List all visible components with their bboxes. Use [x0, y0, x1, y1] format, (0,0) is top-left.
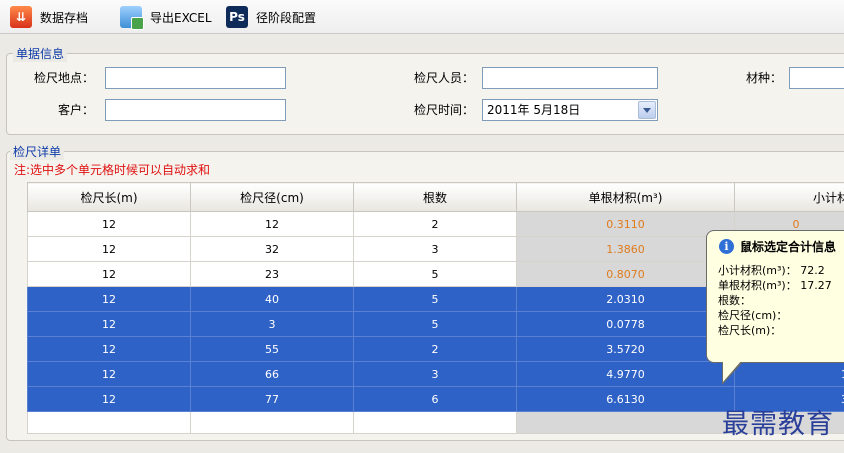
cell-diameter[interactable]: 12: [190, 211, 354, 237]
col-header-unit-volume[interactable]: 单根材积(m³): [516, 182, 735, 212]
cell-length[interactable]: 12: [27, 361, 191, 387]
location-input[interactable]: [105, 67, 286, 89]
cell-length[interactable]: 12: [27, 211, 191, 237]
inspector-label: 检尺人员：: [413, 71, 474, 85]
tooltip-line-unit-volume: 单根材积(m³)： 17.27: [718, 279, 832, 292]
cell-diameter[interactable]: 23: [190, 261, 354, 287]
col-header-subtotal[interactable]: 小计材: [734, 182, 844, 212]
excel-export-icon: [120, 6, 144, 30]
customer-input[interactable]: [105, 99, 286, 121]
location-label: 检尺地点：: [33, 71, 94, 85]
tooltip-header: i 鼠标选定合计信息: [719, 238, 836, 255]
diameter-config-label: 径阶段配置: [256, 10, 317, 25]
cell-length[interactable]: 12: [27, 336, 191, 362]
cell-unit-volume[interactable]: 6.6130: [516, 386, 735, 412]
ps-icon: Ps: [226, 6, 248, 28]
export-excel-button[interactable]: 导出EXCEL: [120, 0, 212, 34]
save-data-label: 数据存档: [40, 10, 89, 25]
col-header-diameter[interactable]: 检尺径(cm): [190, 182, 354, 212]
cell-count[interactable]: [353, 411, 517, 434]
species-input[interactable]: [789, 67, 844, 89]
col-header-count[interactable]: 根数: [353, 182, 517, 212]
cell-subtotal[interactable]: 14: [734, 361, 844, 387]
time-label: 检尺时间：: [413, 103, 474, 117]
cell-count[interactable]: 5: [353, 261, 517, 287]
archive-icon: ⇊: [10, 6, 32, 28]
tooltip-line-count: 根数：: [718, 294, 751, 307]
cell-unit-volume[interactable]: 3.5720: [516, 336, 735, 362]
inspector-input[interactable]: [482, 67, 658, 89]
species-label: 材种：: [745, 71, 782, 85]
toolbar: ⇊ 数据存档 导出EXCEL Ps 径阶段配置: [0, 0, 844, 34]
cell-length[interactable]: 12: [27, 286, 191, 312]
cell-count[interactable]: 5: [353, 286, 517, 312]
sum-note: 注:选中多个单元格时候可以自动求和: [14, 163, 211, 177]
export-excel-label: 导出EXCEL: [150, 10, 212, 25]
cell-length[interactable]: 12: [27, 236, 191, 262]
tooltip-line-diameter: 检尺径(cm)：: [718, 309, 788, 322]
cell-count[interactable]: 2: [353, 336, 517, 362]
cell-unit-volume[interactable]: 0.0778: [516, 311, 735, 337]
grid-header-row: 检尺长(m) 检尺径(cm) 根数 单根材积(m³) 小计材: [27, 182, 844, 212]
cell-unit-volume[interactable]: [516, 411, 735, 434]
document-info-title: 单据信息: [13, 45, 68, 62]
cell-count[interactable]: 6: [353, 386, 517, 412]
cell-unit-volume[interactable]: 1.3860: [516, 236, 735, 262]
document-info-group: 单据信息: [6, 45, 844, 135]
cell-count[interactable]: 3: [353, 361, 517, 387]
time-value: 2011年 5月18日: [487, 103, 581, 117]
cell-length[interactable]: 12: [27, 386, 191, 412]
detail-title: 检尺详单: [10, 143, 65, 160]
cell-diameter[interactable]: 55: [190, 336, 354, 362]
save-data-button[interactable]: ⇊ 数据存档: [10, 0, 88, 34]
tooltip-title: 鼠标选定合计信息: [740, 240, 837, 254]
tooltip-body: 小计材积(m³)： 72.2 单根材积(m³)： 17.27 根数： 检尺径(c…: [718, 263, 832, 338]
watermark-text: 最需教育: [722, 409, 834, 440]
col-header-length[interactable]: 检尺长(m): [27, 182, 191, 212]
cell-unit-volume[interactable]: 4.9770: [516, 361, 735, 387]
diameter-config-button[interactable]: Ps 径阶段配置: [226, 0, 316, 34]
tooltip-line-subtotal-volume: 小计材积(m³)： 72.2: [718, 264, 825, 277]
cell-diameter[interactable]: 77: [190, 386, 354, 412]
tooltip-line-length: 检尺长(m)：: [718, 324, 782, 337]
time-picker[interactable]: 2011年 5月18日: [482, 99, 658, 121]
cell-count[interactable]: 3: [353, 236, 517, 262]
cell-diameter[interactable]: 32: [190, 236, 354, 262]
cell-diameter[interactable]: 66: [190, 361, 354, 387]
cell-diameter[interactable]: 3: [190, 311, 354, 337]
info-icon: i: [719, 239, 734, 254]
cell-diameter[interactable]: [190, 411, 354, 434]
cell-length[interactable]: 12: [27, 311, 191, 337]
cell-count[interactable]: 2: [353, 211, 517, 237]
cell-unit-volume[interactable]: 0.8070: [516, 261, 735, 287]
cell-length[interactable]: 12: [27, 261, 191, 287]
tooltip-tail-inner: [723, 360, 742, 382]
cell-length[interactable]: [27, 411, 191, 434]
cell-unit-volume[interactable]: 2.0310: [516, 286, 735, 312]
dropdown-arrow-icon[interactable]: [638, 101, 656, 119]
cell-count[interactable]: 5: [353, 311, 517, 337]
customer-label: 客户：: [57, 103, 94, 117]
selection-sum-tooltip: i 鼠标选定合计信息 小计材积(m³)： 72.2 单根材积(m³)： 17.2…: [706, 230, 844, 363]
cell-diameter[interactable]: 40: [190, 286, 354, 312]
cell-unit-volume[interactable]: 0.3110: [516, 211, 735, 237]
